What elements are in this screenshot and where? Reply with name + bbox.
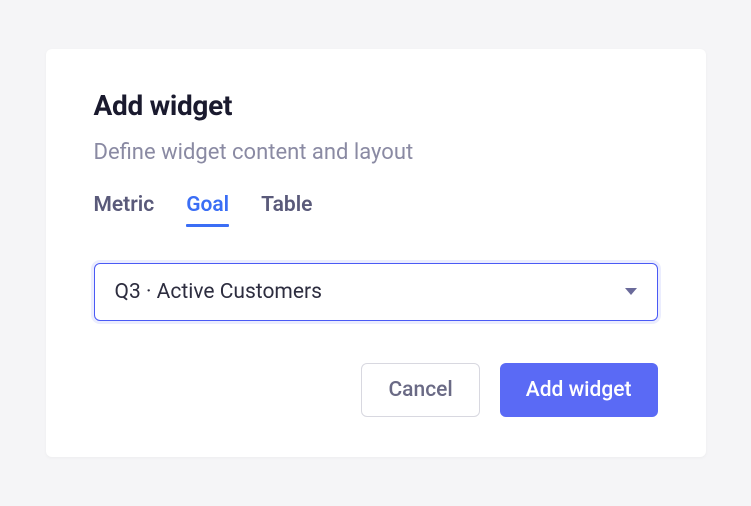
tab-table[interactable]: Table <box>261 193 312 227</box>
tab-metric[interactable]: Metric <box>94 193 155 227</box>
tab-goal[interactable]: Goal <box>186 193 229 227</box>
cancel-button[interactable]: Cancel <box>361 363 479 417</box>
add-widget-modal: Add widget Define widget content and lay… <box>46 49 706 457</box>
goal-select-wrapper: Q3 · Active Customers <box>94 263 658 321</box>
widget-type-tabs: Metric Goal Table <box>94 193 658 227</box>
modal-actions: Cancel Add widget <box>94 363 658 417</box>
modal-subtitle: Define widget content and layout <box>94 140 658 165</box>
add-widget-button[interactable]: Add widget <box>500 363 658 417</box>
modal-title: Add widget <box>94 89 658 122</box>
goal-select[interactable]: Q3 · Active Customers <box>94 263 658 321</box>
